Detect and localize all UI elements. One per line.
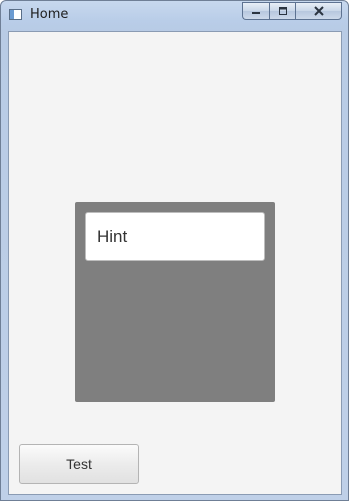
app-window: Home Test bbox=[0, 0, 349, 501]
test-button-label: Test bbox=[66, 456, 92, 472]
title-bar[interactable]: Home bbox=[1, 1, 348, 30]
maximize-button[interactable] bbox=[269, 2, 295, 20]
maximize-icon bbox=[278, 7, 287, 15]
close-icon bbox=[313, 6, 324, 16]
minimize-button[interactable] bbox=[242, 2, 269, 20]
content-area: Test bbox=[8, 31, 342, 495]
hint-input[interactable] bbox=[85, 212, 265, 261]
window-icon bbox=[9, 9, 22, 20]
window-title: Home bbox=[30, 7, 69, 22]
close-button[interactable] bbox=[295, 2, 342, 20]
caption-buttons bbox=[242, 2, 342, 20]
gray-panel bbox=[75, 202, 275, 402]
test-button[interactable]: Test bbox=[19, 444, 139, 484]
minimize-icon bbox=[252, 12, 260, 14]
